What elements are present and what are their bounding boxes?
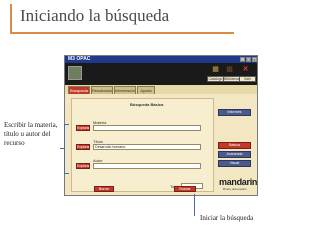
library-icon: ▩ [226,66,233,73]
exit-icon: ✕ [242,66,249,73]
app-logo [68,66,82,80]
author-input[interactable] [93,163,201,169]
tab-bar: Búsqueda Resultados Información Ayuda [65,85,257,94]
library-button[interactable]: Biblioteca [223,76,240,82]
clear-button[interactable]: Borrar [94,186,114,192]
window-title: M3 OPAC [68,56,91,62]
catalog-button[interactable]: Catálogo [207,76,224,82]
maximize-button[interactable]: □ [246,57,251,62]
catalog-icon: ▦ [212,66,219,73]
tab-search[interactable]: Búsqueda [68,86,90,94]
window-titlebar: M3 OPAC _ □ × [65,56,257,63]
title-input[interactable]: Desarrollo humano [93,144,201,150]
annotation-bottom: Iniciar la búsqueda [200,214,254,222]
visual-search-button[interactable]: Visual [218,160,251,167]
tab-results[interactable]: Resultados [91,86,113,94]
annotation-bracket [64,124,69,174]
basic-search-button[interactable]: Básica [218,142,251,149]
close-button[interactable]: × [252,57,257,62]
advanced-search-button[interactable]: Avanzada [218,151,251,158]
mandarin-logo: mandarin [219,177,258,187]
title-browse-button[interactable]: Explorar [76,144,90,150]
annotation-left: Escribir la materia, título u autor del … [4,121,58,147]
pointer-line [194,194,195,216]
subject-input[interactable] [93,125,201,131]
basic-search-form: Búsqueda Básica Materia Explorar Título … [71,98,214,192]
subject-browse-button[interactable]: Explorar [76,125,90,131]
app-banner: ▦ ▩ ✕ Catálogo Biblioteca Salir [65,63,257,85]
annotation-bracket-tick [60,148,65,149]
form-heading: Búsqueda Básica [130,102,164,107]
brand-tagline: library automation [223,187,247,191]
search-button[interactable]: Buscar [174,186,196,192]
reports-button[interactable]: Informes [218,109,251,116]
tab-help[interactable]: Ayuda [137,86,155,94]
tab-info[interactable]: Información [114,86,136,94]
slide-title: Iniciando la búsqueda [20,6,170,25]
minimize-button[interactable]: _ [240,57,245,62]
author-browse-button[interactable]: Explorar [76,163,90,169]
exit-button[interactable]: Salir [239,76,256,82]
opac-window: M3 OPAC _ □ × ▦ ▩ ✕ Catálogo Biblioteca … [64,55,258,196]
